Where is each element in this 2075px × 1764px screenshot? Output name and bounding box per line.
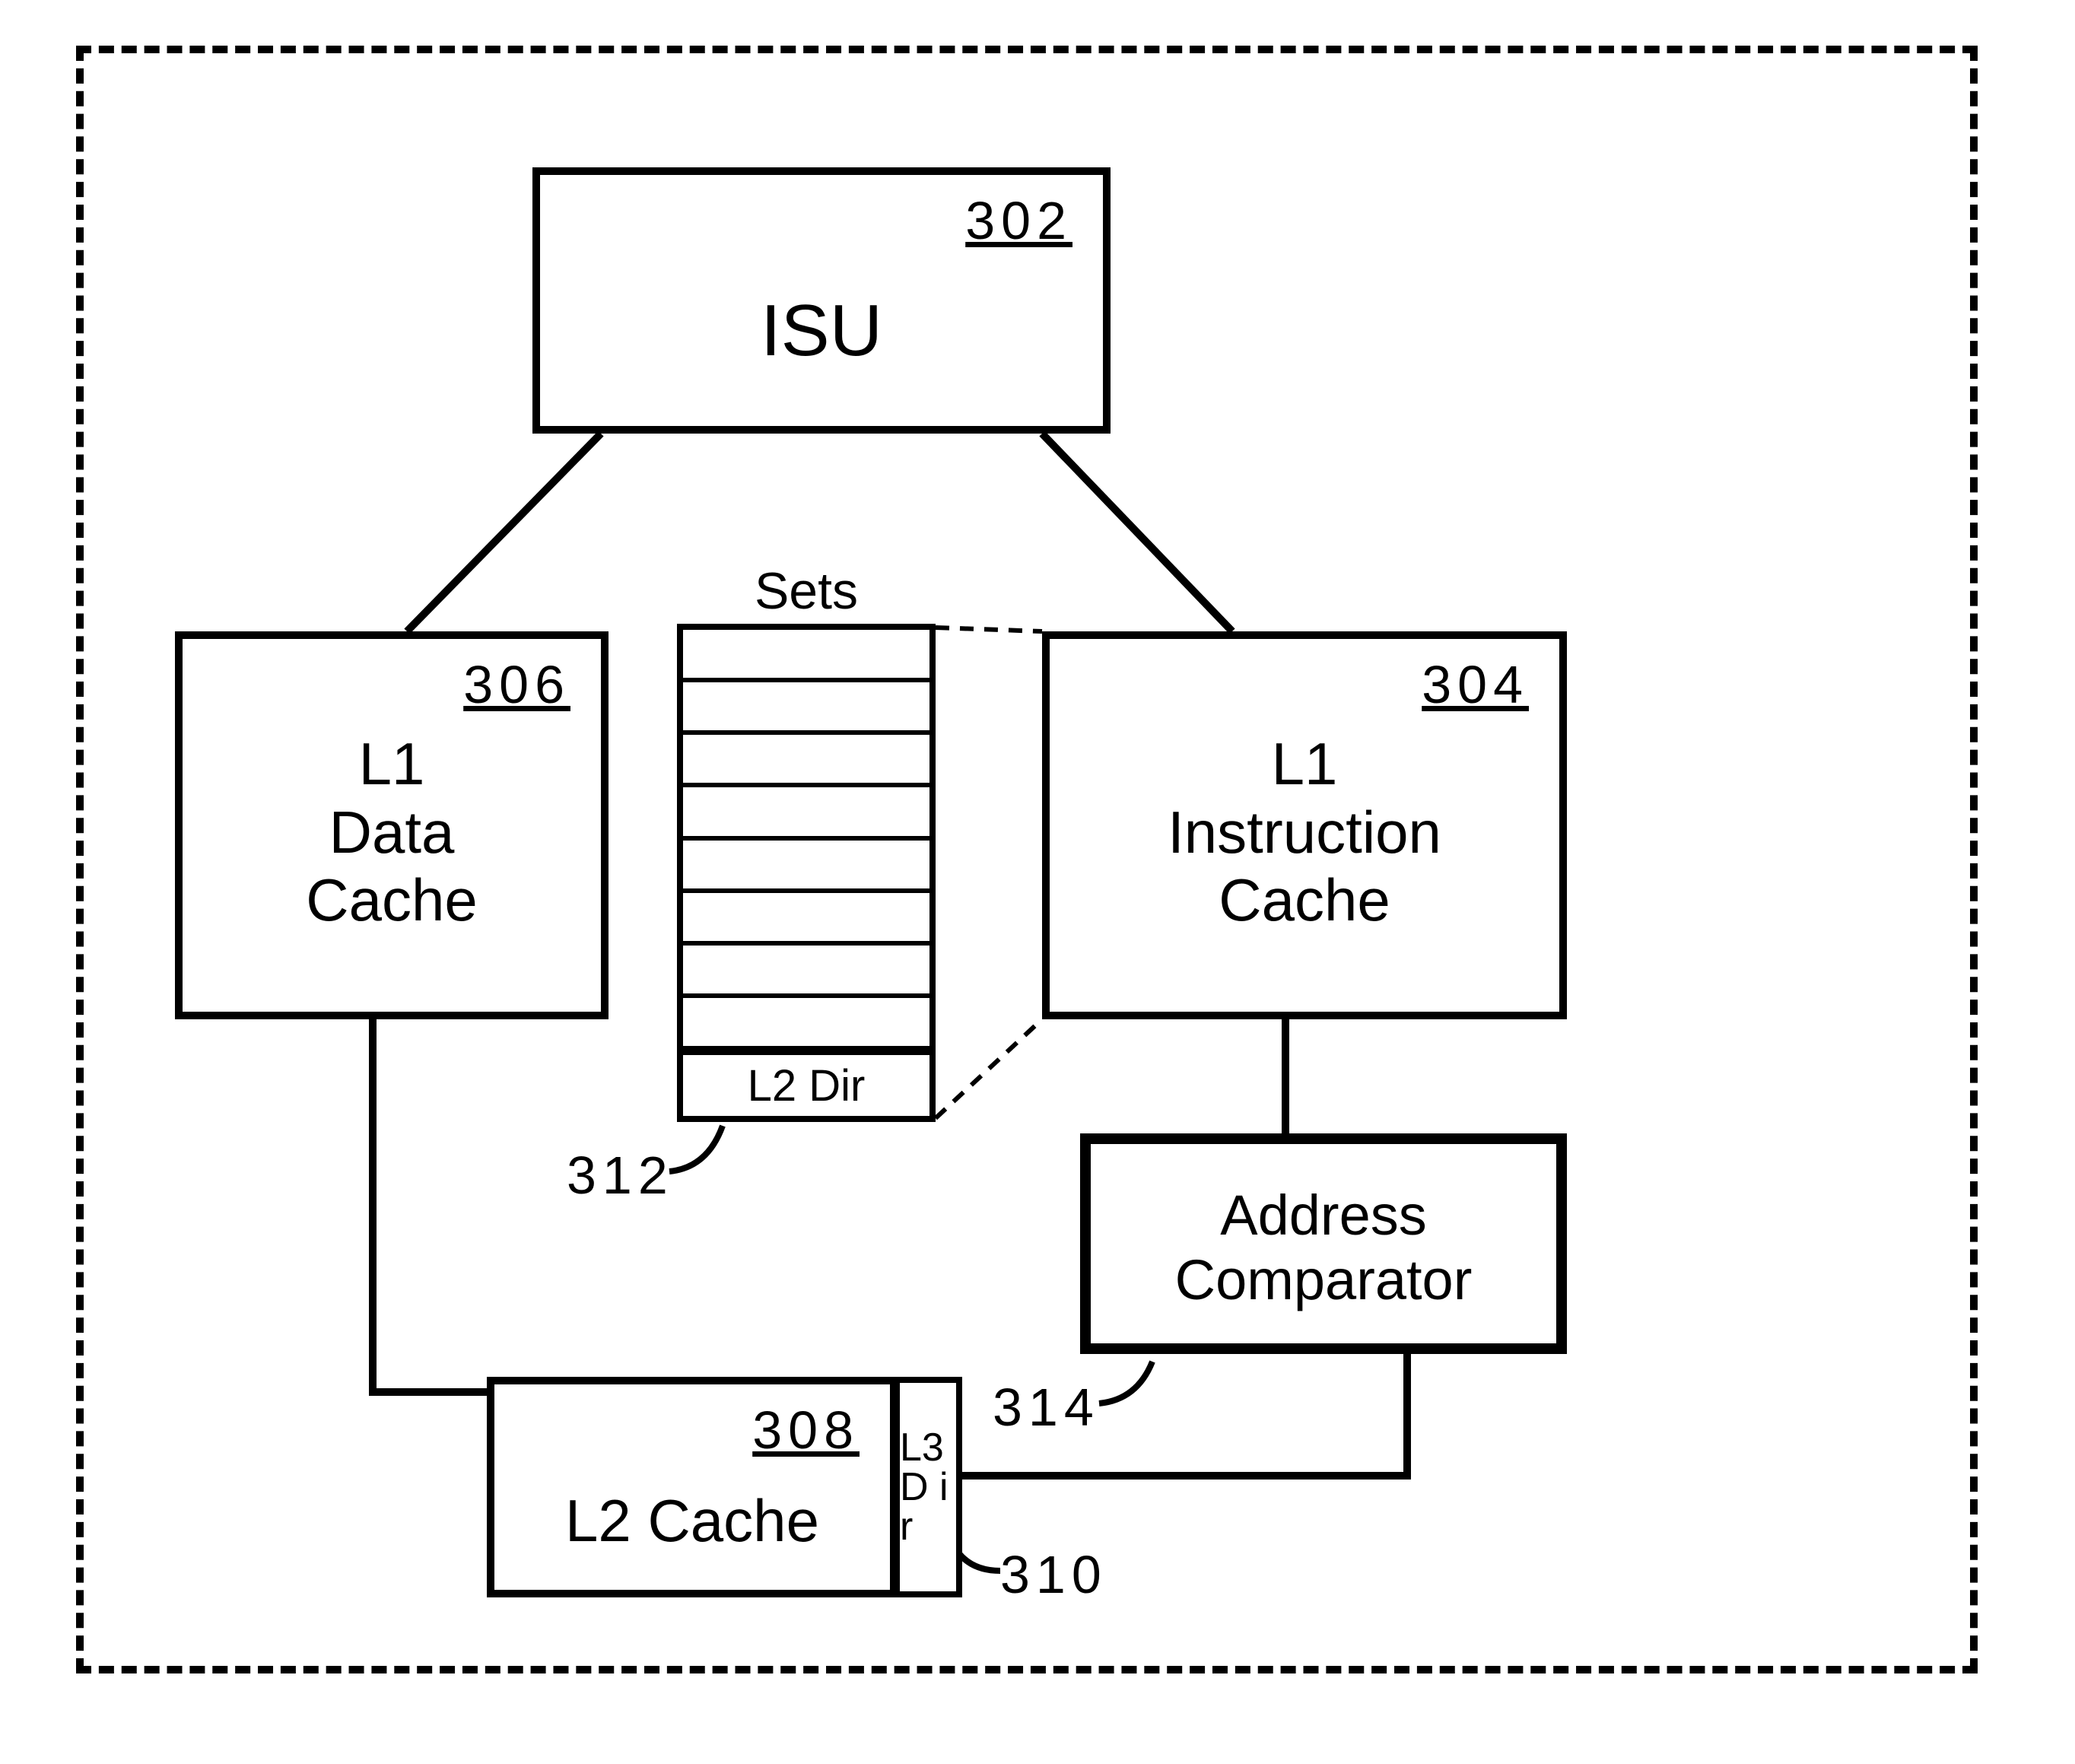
sets-row — [683, 841, 929, 893]
sets-row — [683, 682, 929, 735]
ref-l3-dir: 310 — [1000, 1544, 1107, 1605]
sets-row — [683, 893, 929, 946]
label-l1-data: L1 Data Cache — [175, 730, 609, 935]
ref-sets: 312 — [567, 1145, 674, 1206]
diagram-canvas: 302 ISU 306 L1 Data Cache 304 L1 Instruc… — [0, 0, 2075, 1764]
sets-title: Sets — [677, 561, 936, 621]
label-l3-dir: L3 D i r — [900, 1428, 956, 1546]
sets-row — [683, 735, 929, 787]
ref-l1-instr: 304 — [1422, 654, 1529, 715]
block-l3-dir: L3 D i r — [894, 1377, 962, 1597]
ref-isu: 302 — [965, 190, 1072, 251]
ref-l1-data: 306 — [463, 654, 570, 715]
label-l2-cache: L2 Cache — [487, 1487, 898, 1556]
sets-l2dir: L2 Dir — [683, 1050, 929, 1116]
sets-row — [683, 998, 929, 1050]
label-l1-instr: L1 Instruction Cache — [1042, 730, 1567, 935]
ref-addr-comparator: 314 — [993, 1377, 1100, 1438]
sets-row — [683, 630, 929, 682]
sets-row — [683, 787, 929, 840]
ref-l2-cache: 308 — [752, 1400, 860, 1460]
sets-row — [683, 946, 929, 998]
label-addr-comparator: Address Comparator — [1080, 1183, 1567, 1312]
sets-stack: L2 Dir — [677, 624, 936, 1122]
label-isu: ISU — [532, 289, 1111, 373]
